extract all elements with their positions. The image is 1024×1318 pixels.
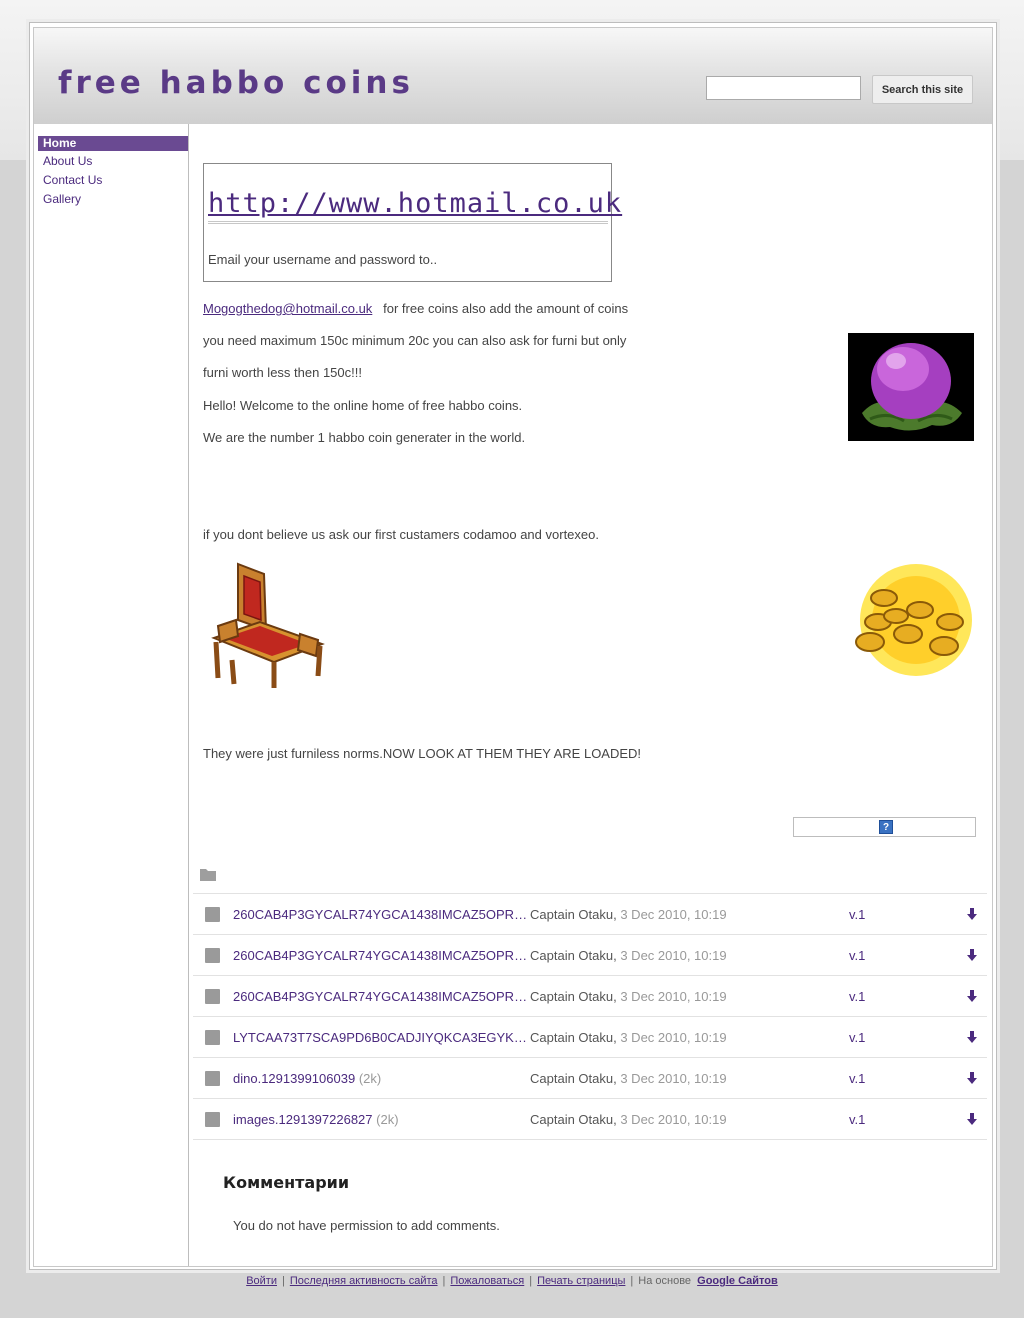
author-name: Captain Otaku,: [530, 1071, 617, 1086]
attachment-name[interactable]: 260CAB4P3GYCALR74YGCA1438IMCAZ5OPRCAWSEJ…: [233, 948, 528, 963]
attachment-name-link[interactable]: 260CAB4P3GYCALR74YGCA1438IMCAZ5OPRCAWSEJ…: [233, 948, 528, 963]
image-file-icon: [205, 907, 220, 922]
generator-line: We are the number 1 habbo coin generater…: [203, 430, 526, 445]
throne-chair-image[interactable]: [208, 560, 328, 690]
email-link[interactable]: Mogogthedog@hotmail.co.uk: [203, 301, 372, 316]
footer-separator: |: [442, 1275, 446, 1287]
image-file-icon: [205, 1071, 220, 1086]
author-name: Captain Otaku,: [530, 989, 617, 1004]
footer-separator: |: [281, 1275, 285, 1287]
image-file-icon: [205, 1112, 220, 1127]
attachment-date: 3 Dec 2010, 10:19: [620, 948, 727, 963]
table-row: images.1291397226827 (2k) Captain Otaku,…: [193, 1098, 987, 1140]
email-line: Mogogthedog@hotmail.co.uk for free coins…: [203, 301, 628, 316]
loaded-line: They were just furniless norms.NOW LOOK …: [203, 746, 642, 761]
attachment-date: 3 Dec 2010, 10:19: [620, 989, 727, 1004]
attachment-name-link[interactable]: dino.1291399106039 (2k): [233, 1071, 528, 1086]
table-row: 260CAB4P3GYCALR74YGCA1438IMCAZ5OPRCAWSEJ…: [193, 934, 987, 975]
site-header: free habbo coins Search this site: [34, 28, 992, 124]
footer-separator: |: [630, 1275, 634, 1287]
footer-report-abuse-link[interactable]: Пожаловаться: [450, 1275, 524, 1287]
download-arrow-icon[interactable]: [967, 908, 977, 920]
hotmail-link[interactable]: http://www.hotmail.co.uk: [208, 188, 621, 224]
attachment-name[interactable]: 260CAB4P3GYCALR74YGCA1438IMCAZ5OPRCAWSEJ…: [233, 989, 528, 1004]
attachment-name-link[interactable]: 260CAB4P3GYCALR74YGCA1438IMCAZ5OPRCAWSEJ…: [233, 989, 528, 1004]
help-icon[interactable]: ?: [879, 820, 893, 834]
attachment-version-link[interactable]: v.1: [849, 1071, 865, 1086]
footer-powered-by-text: На основе: [638, 1275, 692, 1287]
sidebar-item-contact-us[interactable]: Contact Us: [38, 173, 183, 188]
image-file-icon: [205, 989, 220, 1004]
attachment-date: 3 Dec 2010, 10:19: [620, 1071, 727, 1086]
sidebar-item-gallery[interactable]: Gallery: [38, 192, 183, 207]
footer-recent-activity-link[interactable]: Последняя активность сайта: [290, 1275, 438, 1287]
attachment-version-link[interactable]: v.1: [849, 907, 865, 922]
sidebar-item-about-us[interactable]: About Us: [38, 154, 183, 169]
attachment-version-link[interactable]: v.1: [849, 989, 865, 1004]
attachment-author: Captain Otaku, 3 Dec 2010, 10:19: [530, 1030, 727, 1045]
gadget-placeholder: ?: [793, 817, 976, 837]
table-row: LYTCAA73T7SCA9PD6B0CADJIYQKCA3EGYKCAHOSO…: [193, 1016, 987, 1057]
comments-permission-text: You do not have permission to add commen…: [233, 1218, 500, 1233]
download-arrow-icon[interactable]: [967, 1113, 977, 1125]
attachment-author: Captain Otaku, 3 Dec 2010, 10:19: [530, 948, 727, 963]
attachment-author: Captain Otaku, 3 Dec 2010, 10:19: [530, 989, 727, 1004]
attachment-date: 3 Dec 2010, 10:19: [620, 907, 727, 922]
attachment-author: Captain Otaku, 3 Dec 2010, 10:19: [530, 1071, 727, 1086]
author-name: Captain Otaku,: [530, 948, 617, 963]
image-file-icon: [205, 948, 220, 963]
comments-heading: Комментарии: [223, 1173, 350, 1192]
footer-print-page-link[interactable]: Печать страницы: [537, 1275, 625, 1287]
download-arrow-icon[interactable]: [967, 990, 977, 1002]
attachment-name[interactable]: images.1291397226827: [233, 1112, 373, 1127]
customers-line: if you dont believe us ask our first cus…: [203, 527, 599, 542]
attachment-author: Captain Otaku, 3 Dec 2010, 10:19: [530, 907, 727, 922]
author-name: Captain Otaku,: [530, 907, 617, 922]
download-arrow-icon[interactable]: [967, 1031, 977, 1043]
attachment-date: 3 Dec 2010, 10:19: [620, 1112, 727, 1127]
attachment-version-link[interactable]: v.1: [849, 948, 865, 963]
attachment-name-link[interactable]: 260CAB4P3GYCALR74YGCA1438IMCAZ5OPRCAWSEJ…: [233, 907, 528, 922]
footer-google-sites-link[interactable]: Google Сайтов: [697, 1275, 778, 1287]
search-input[interactable]: [706, 76, 861, 100]
author-name: Captain Otaku,: [530, 1112, 617, 1127]
attachment-author: Captain Otaku, 3 Dec 2010, 10:19: [530, 1112, 727, 1127]
table-row: 260CAB4P3GYCALR74YGCA1438IMCAZ5OPRCAWSEJ…: [193, 893, 987, 934]
body-line-3: furni worth less then 150c!!!: [203, 365, 362, 380]
table-row: dino.1291399106039 (2k) Captain Otaku, 3…: [193, 1057, 987, 1098]
search-button[interactable]: Search this site: [872, 75, 973, 104]
attachment-size: (2k): [358, 1071, 382, 1086]
site-title[interactable]: free habbo coins: [58, 65, 414, 101]
hotmail-box: http://www.hotmail.co.uk Email your user…: [203, 163, 621, 282]
site-footer: Войти | Последняя активность сайта | Пожалов…: [0, 1275, 1024, 1287]
table-row: 260CAB4P3GYCALR74YGCA1438IMCAZ5OPRCAWSEJ…: [193, 975, 987, 1016]
attachment-name-link[interactable]: LYTCAA73T7SCA9PD6B0CADJIYQKCA3EGYKCAHOSO…: [233, 1030, 528, 1045]
sidebar-item-home[interactable]: Home: [38, 136, 188, 151]
welcome-line: Hello! Welcome to the online home of fre…: [203, 398, 523, 413]
attachment-name[interactable]: LYTCAA73T7SCA9PD6B0CADJIYQKCA3EGYKCAHOSO…: [233, 1030, 528, 1045]
attachment-date: 3 Dec 2010, 10:19: [620, 1030, 727, 1045]
footer-sign-in-link[interactable]: Войти: [246, 1275, 277, 1287]
attachment-name[interactable]: dino.1291399106039: [233, 1071, 355, 1086]
author-name: Captain Otaku,: [530, 1030, 617, 1045]
purple-egg-image[interactable]: [848, 333, 974, 441]
gold-coins-image[interactable]: [842, 560, 978, 680]
email-line-tail: for free coins also add the amount of co…: [372, 301, 629, 316]
attachment-name-link[interactable]: images.1291397226827 (2k): [233, 1112, 528, 1127]
footer-separator: |: [529, 1275, 533, 1287]
site-container: free habbo coins Search this site Home A…: [29, 22, 997, 1270]
folder-icon: [200, 867, 216, 881]
attachments-table: 260CAB4P3GYCALR74YGCA1438IMCAZ5OPRCAWSEJ…: [193, 893, 987, 1140]
body-line-2: you need maximum 150c minimum 20c you ca…: [203, 333, 627, 348]
download-arrow-icon[interactable]: [967, 949, 977, 961]
box-instruction-text: Email your username and password to..: [208, 252, 438, 267]
attachment-name[interactable]: 260CAB4P3GYCALR74YGCA1438IMCAZ5OPRCAWSEJ…: [233, 907, 528, 922]
attachment-size: (2k): [376, 1112, 399, 1127]
image-file-icon: [205, 1030, 220, 1045]
sidebar-nav: Home About Us Contact Us Gallery: [34, 124, 189, 1266]
attachment-version-link[interactable]: v.1: [849, 1030, 865, 1045]
site-inner: free habbo coins Search this site Home A…: [33, 27, 993, 1267]
download-arrow-icon[interactable]: [967, 1072, 977, 1084]
attachment-version-link[interactable]: v.1: [849, 1112, 865, 1127]
